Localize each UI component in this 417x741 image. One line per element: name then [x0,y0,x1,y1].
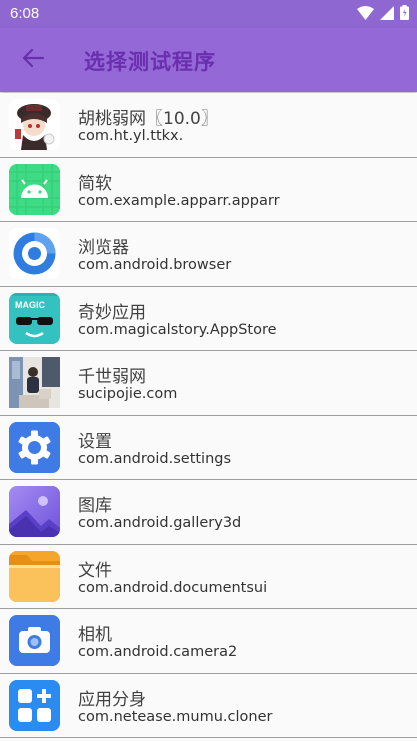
list-item[interactable]: 设置 com.android.settings [0,415,417,480]
browser-icon [9,228,60,279]
list-item[interactable]: MAGIC 奇妙应用 com.magicalstory.AppStore [0,286,417,351]
app-package: com.android.gallery3d [78,515,242,531]
anime-character-icon [9,99,60,150]
list-item[interactable]: 文件 com.android.documentsui [0,544,417,609]
list-item[interactable]: 千世弱网 sucipojie.com [0,351,417,416]
app-name: 应用分身 [78,689,146,710]
app-package: com.android.camera2 [78,644,238,660]
magic-sunglasses-icon: MAGIC [9,292,60,344]
folder-icon [9,550,60,602]
app-package: com.android.browser [78,257,232,273]
back-button[interactable] [18,46,48,74]
app-name: 相机 [78,625,112,645]
app-name: 设置 [78,431,112,452]
app-name: 胡桃弱网〖10.0〗 [78,109,218,129]
app-clone-icon [9,679,60,731]
app-name: 文件 [78,560,112,581]
app-name: 简软 [78,173,112,194]
app-package: com.ht.yl.ttkx. [78,128,184,144]
wifi-icon [357,5,374,24]
app-name: 奇妙应用 [78,302,146,323]
page-title: 选择测试程序 [84,50,216,74]
svg-text:MAGIC: MAGIC [15,300,45,310]
app-package: com.example.apparr.apparr [78,192,280,209]
gallery-icon [9,486,60,537]
app-package: com.android.documentsui [78,579,268,596]
app-name: 浏览器 [78,238,129,258]
status-bar: 6:08 [0,0,417,28]
android-robot-icon [9,163,60,215]
status-time: 6:08 [10,5,40,22]
cell-signal-icon [380,5,394,24]
camera-icon [9,615,60,666]
photo-icon [9,357,60,408]
gear-icon [9,421,60,473]
app-list: 胡桃弱网〖10.0〗 com.ht.yl.ttkx. 简软 com.exampl… [0,93,417,738]
arrow-back-icon [22,48,45,72]
app-package: sucipojie.com [78,386,178,402]
app-name: 图库 [78,496,112,516]
list-item[interactable]: 胡桃弱网〖10.0〗 com.ht.yl.ttkx. [0,93,417,158]
app-name: 千世弱网 [78,367,146,387]
list-item[interactable]: 相机 com.android.camera2 [0,609,417,674]
app-package: com.android.settings [78,450,232,467]
list-item[interactable]: 应用分身 com.netease.mumu.cloner [0,673,417,738]
app-bar: 选择测试程序 [0,28,417,92]
app-package: com.netease.mumu.cloner [78,708,273,725]
app-package: com.magicalstory.AppStore [78,321,277,338]
list-item[interactable]: 简软 com.example.apparr.apparr [0,157,417,222]
list-item[interactable]: 浏览器 com.android.browser [0,222,417,287]
list-item[interactable]: 图库 com.android.gallery3d [0,480,417,545]
battery-icon [400,5,409,24]
